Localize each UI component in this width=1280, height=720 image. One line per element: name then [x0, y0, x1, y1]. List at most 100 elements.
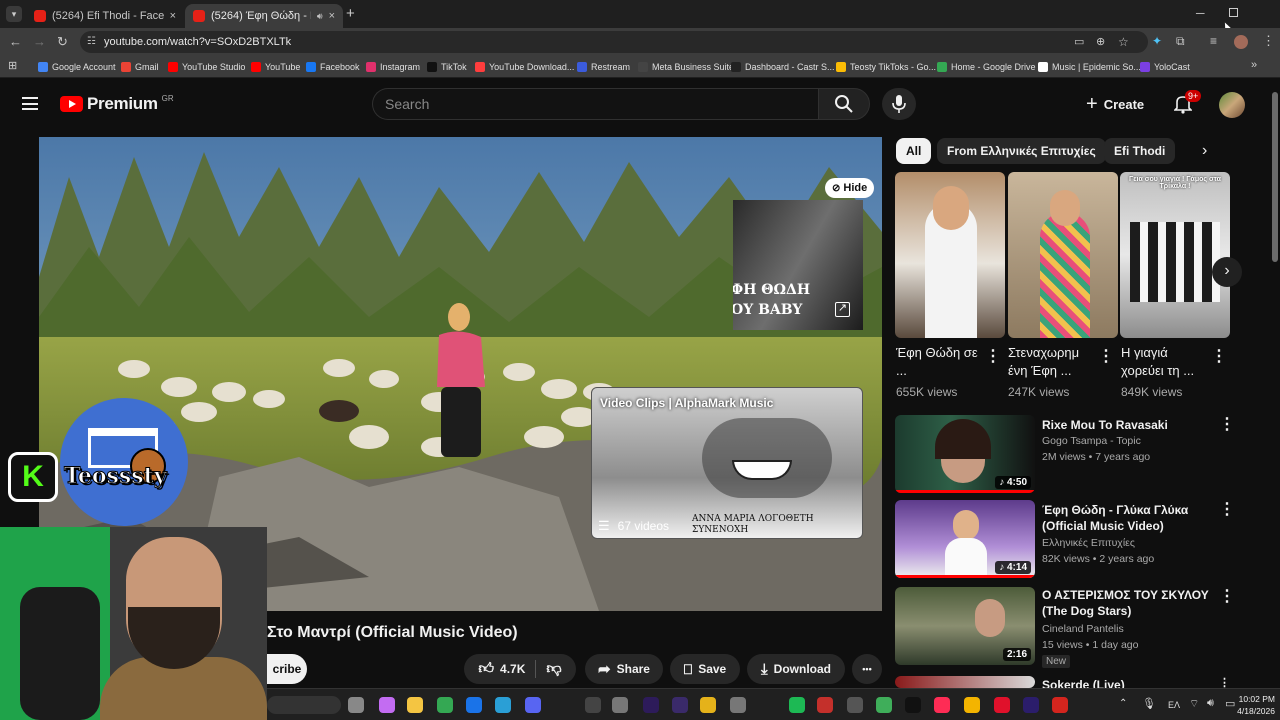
bookmark-item[interactable]: Instagram — [366, 60, 420, 74]
search-input[interactable]: Search — [372, 88, 818, 120]
chips-next-icon[interactable]: › — [1202, 142, 1207, 160]
video-thumbnail-3[interactable]: 2:16 — [895, 587, 1035, 665]
short-title-2[interactable]: Στεναχωρημ ένη Έφη ... — [1008, 344, 1100, 380]
dislike-button[interactable]: 👎︎ — [536, 660, 561, 678]
tiktok-icon[interactable] — [905, 697, 921, 713]
video-title-1[interactable]: Rixe Mou To Ravasaki — [1042, 417, 1214, 433]
forward-icon[interactable]: → — [33, 34, 46, 49]
shorts-next-button[interactable]: › — [1212, 257, 1242, 287]
short-3-menu-icon[interactable]: ⋮ — [1211, 349, 1227, 365]
profile-avatar-icon[interactable] — [1234, 35, 1248, 49]
video-3-menu-icon[interactable]: ⋮ — [1219, 589, 1235, 605]
like-button[interactable]: 👍︎ 4.7K — [478, 660, 537, 678]
notepad-icon[interactable] — [876, 697, 892, 713]
playlist-end-card[interactable]: Video Clips | AlphaMark Music ΑΝΝΑ ΜΑΡΙΑ… — [591, 387, 863, 539]
video-1-menu-icon[interactable]: ⋮ — [1219, 417, 1235, 433]
copilot-icon[interactable] — [379, 697, 395, 713]
microphone-tray-icon[interactable]: 🎙︎ — [1142, 697, 1156, 710]
cast-icon[interactable]: ▭ — [1074, 31, 1084, 53]
discord-icon[interactable] — [525, 697, 541, 713]
zoom-icon[interactable]: ⊕ — [1096, 31, 1105, 53]
video-channel-1[interactable]: Gogo Tsampa - Topic — [1042, 434, 1141, 449]
bookmark-item[interactable]: YouTube — [251, 60, 300, 74]
clock-time[interactable]: 10:02 PM — [1235, 694, 1275, 704]
app-red-icon[interactable] — [817, 697, 833, 713]
chrome-profile-icon[interactable] — [466, 697, 482, 713]
more-bookmarks-icon[interactable]: » — [1251, 59, 1257, 71]
file-explorer-icon[interactable] — [348, 697, 364, 713]
short-thumbnail-1[interactable] — [895, 172, 1005, 338]
bookmark-item[interactable]: YoloCast — [1140, 60, 1190, 74]
video-thumbnail-2[interactable]: ♪ 4:14 — [895, 500, 1035, 578]
site-info-icon[interactable]: ☷ — [87, 31, 96, 53]
short-thumbnail-2[interactable] — [1008, 172, 1118, 338]
chrome-icon[interactable] — [437, 697, 453, 713]
video-thumbnail-4[interactable] — [895, 676, 1035, 688]
premiere-icon[interactable] — [643, 697, 659, 713]
video-thumbnail-1[interactable]: ♪ 4:50 — [895, 415, 1035, 493]
obs-icon[interactable] — [585, 697, 601, 713]
hamburger-menu-icon[interactable] — [22, 97, 38, 110]
bookmark-item[interactable]: Facebook — [306, 60, 360, 74]
close-icon[interactable]: × — [329, 10, 335, 22]
puzzle-icon[interactable]: ⧉ — [1176, 34, 1185, 49]
close-icon[interactable]: × — [170, 10, 176, 22]
minimize-icon[interactable]: ─ — [1196, 6, 1205, 20]
tab-list-chevron-icon[interactable]: ▾ — [6, 6, 22, 22]
video-title-2[interactable]: Έφη Θώδη - Γλύκα Γλύκα (Official Music V… — [1042, 502, 1214, 534]
reload-icon[interactable]: ↻ — [57, 34, 68, 50]
video-channel-2[interactable]: Ελληνικές Επιτυχίες — [1042, 536, 1135, 551]
short-2-menu-icon[interactable]: ⋮ — [1098, 349, 1114, 365]
video-2-menu-icon[interactable]: ⋮ — [1219, 502, 1235, 518]
clock-date[interactable]: 4/18/2026 — [1231, 706, 1275, 716]
notifications-button[interactable]: 9+ — [1173, 90, 1202, 116]
folder-icon[interactable] — [407, 697, 423, 713]
taskbar-search-box[interactable] — [267, 696, 341, 714]
more-actions-button[interactable]: ••• — [852, 654, 882, 684]
chrome-canary-icon[interactable] — [964, 697, 980, 713]
bookmark-item[interactable]: YouTube Download... — [475, 60, 574, 74]
cloud-icon[interactable] — [612, 697, 628, 713]
short-title-1[interactable]: Έφη Θώδη σε ... — [896, 344, 988, 380]
menu-kebab-icon[interactable]: ⋮ — [1262, 33, 1275, 49]
video-title-3[interactable]: Ο ΑΣΤΕΡΙΣΜΟΣ ΤΟΥ ΣΚΥΛΟΥ (The Dog Stars) … — [1042, 587, 1214, 619]
app-yellow-icon[interactable] — [700, 697, 716, 713]
bookmark-item[interactable]: Home - Google Drive — [937, 60, 1036, 74]
spotify-icon[interactable] — [789, 697, 805, 713]
apps-grid-icon[interactable]: ⊞ — [8, 59, 17, 72]
premiere-rush-icon[interactable] — [672, 697, 688, 713]
download-button[interactable]: ⤓ Download — [747, 654, 845, 684]
restore-icon[interactable] — [1229, 8, 1238, 17]
tab-facebook[interactable]: (5264) Efi Thodi - Facebook (No... × — [26, 4, 184, 28]
voice-search-button[interactable] — [882, 88, 916, 120]
external-link-icon[interactable]: ↗ — [835, 302, 850, 317]
bookmark-item[interactable]: Music | Epidemic So... — [1038, 60, 1141, 74]
search-button[interactable] — [818, 88, 870, 120]
media-controls-icon[interactable]: ≡ — [1210, 34, 1217, 48]
short-title-3[interactable]: Η γιαγιά χορεύει τη ... — [1121, 344, 1213, 380]
acrobat-icon[interactable] — [1052, 697, 1068, 713]
bookmark-item[interactable]: Meta Business Suite — [638, 60, 734, 74]
bookmark-item[interactable]: Dashboard - Castr S... — [731, 60, 835, 74]
bookmark-item[interactable]: Teosty TikToks - Go... — [836, 60, 936, 74]
save-button[interactable]: ⎕ Save — [670, 654, 740, 684]
bookmark-item[interactable]: Gmail — [121, 60, 159, 74]
tiktok-live-icon[interactable] — [934, 697, 950, 713]
end-card-video[interactable]: ΦΗ ΘΩΔΗ ΟΥ BABY ↗ — [733, 200, 863, 330]
short-thumbnail-3[interactable]: Γεια σου γιαγιά ! Γάμος στα Τρίκαλα ! — [1120, 172, 1230, 338]
youtube-premium-logo[interactable]: Premium GR — [60, 94, 174, 114]
page-scrollbar[interactable] — [1272, 92, 1278, 262]
address-bar[interactable]: ☷ youtube.com/watch?v=SOxD2BTXLTk ▭ ⊕ ☆ — [80, 31, 1148, 53]
bookmark-item[interactable]: Restream — [577, 60, 630, 74]
back-icon[interactable]: ← — [9, 34, 22, 49]
ms-store-icon[interactable] — [847, 697, 863, 713]
video-channel-3[interactable]: Cineland Pantelis — [1042, 622, 1124, 637]
volume-icon[interactable]: 🔊︎ — [1207, 697, 1214, 710]
bookmark-item[interactable]: YouTube Studio — [168, 60, 245, 74]
bookmark-item[interactable]: Google Account — [38, 60, 116, 74]
chevron-up-icon[interactable]: ⌃ — [1119, 698, 1127, 709]
chip-all[interactable]: All — [896, 138, 932, 164]
subscribe-button[interactable]: cribe — [267, 654, 307, 684]
account-avatar[interactable] — [1219, 92, 1245, 118]
opera-icon[interactable] — [994, 697, 1010, 713]
